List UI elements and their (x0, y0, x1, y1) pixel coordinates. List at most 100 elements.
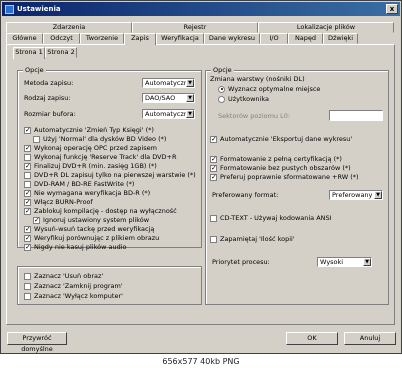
check-prefer-rw[interactable]: ✓ Preferuj poprawnie sformatowane +RW (*) (210, 173, 359, 181)
check-wylacz[interactable]: Zaznacz 'Wyłącz komputer' (24, 292, 123, 300)
tab-weryfikacja[interactable]: Weryfikacja (156, 33, 204, 44)
checkbox: ✓ (24, 143, 31, 152)
check-format-empty[interactable]: ✓ Formatowanie bez pustych obszarów (*) (210, 164, 351, 172)
check-normal-bd[interactable]: Użyj 'Normal' dla dysków BD Video (*) (33, 135, 166, 143)
tab-zapis[interactable]: Zapis (124, 33, 156, 45)
check-opc[interactable]: ✓ Wykonaj operację OPC przed zapisem (24, 144, 157, 152)
tab-row-1: Zdarzenia Rejestr Lokalizacje plików (6, 22, 394, 33)
sektor-input[interactable] (329, 110, 383, 121)
close-button[interactable]: x (386, 4, 398, 14)
check-label: DVD-RAM / BD-RE FastWrite (*) (34, 180, 135, 188)
check-eject[interactable]: ✓ Wysuń-wsuń tackę przed weryfikacją (24, 225, 154, 233)
radio-label: Użytkownika (228, 95, 269, 103)
priority-select[interactable]: Wysoki ▼ (317, 257, 372, 267)
checkbox: ✓ (24, 206, 31, 215)
check-label: Zaznacz 'Wyłącz komputer' (34, 292, 123, 300)
check-label: Wykonaj operację OPC przed zapisem (34, 144, 157, 152)
checkbox (24, 272, 31, 280)
checkbox: ✓ (24, 233, 31, 242)
check-bdr-verify[interactable]: ✓ Nie wymagana weryfikacja BD-R (*) (24, 189, 150, 197)
check-reserve-track[interactable]: Wykonaj funkcję 'Reserve Track' dla DVD+… (24, 153, 177, 161)
tab-glowne[interactable]: Główne (6, 33, 43, 44)
chevron-down-icon: ▼ (186, 79, 194, 87)
radio-button (218, 95, 225, 103)
check-ignore-fs[interactable]: ✓ Ignoruj ustawiony system plików (33, 216, 149, 224)
checkbox (24, 180, 31, 188)
check-label: Ignoruj ustawiony system plików (43, 216, 150, 224)
window-title: Ustawienia (17, 5, 61, 13)
check-zapamietaj[interactable]: Zapamiętaj 'Ilość kopii' (210, 235, 295, 243)
left-options-group: Opcje Metoda zapisu: Automatyczny ▼ Rodza… (17, 66, 202, 251)
chevron-down-icon: ▼ (186, 94, 194, 102)
check-lock[interactable]: ✓ Zablokuj kompilację - dostęp na wyłączn… (24, 207, 177, 215)
checkbox (24, 153, 31, 161)
check-label: Zapamiętaj 'Ilość kopii' (220, 235, 295, 243)
tab-tworzenie[interactable]: Tworzenie (80, 33, 124, 44)
checkbox (24, 292, 31, 300)
check-cdtext[interactable]: CD-TEXT - Używaj kodowania ANSI (210, 214, 332, 222)
check-label: Wysuń-wsuń tackę przed weryfikacją (34, 225, 155, 233)
tab-rejestr[interactable]: Rejestr (132, 22, 258, 33)
check-audio[interactable]: ✓ Nigdy nie kasuj plików audio (24, 243, 126, 251)
check-zmien-typ[interactable]: ✓ Automatycznie 'Zmień Typ Księgi' (*) (24, 126, 154, 134)
tab-io[interactable]: I/O (260, 33, 288, 44)
restore-defaults-button[interactable]: Przywróć domyślne (7, 332, 67, 353)
checkbox: ✓ (210, 154, 217, 163)
tab-odczyt[interactable]: Odczyt (43, 33, 80, 44)
radio-label: Wyznacz optymalne miejsce (228, 85, 321, 93)
check-dl-first-layer[interactable]: DVD+R DL zapisuj tylko na pierwszej wars… (24, 171, 196, 179)
checkbox: ✓ (24, 188, 31, 197)
cancel-button[interactable]: Anuluj (344, 332, 396, 345)
preferred-format-select[interactable]: Preferowany ▼ (329, 190, 383, 200)
rodzaj-select[interactable]: DAO/SAO ▼ (142, 93, 195, 103)
tab-zdarzenia[interactable]: Zdarzenia (6, 22, 132, 33)
checkbox: ✓ (210, 134, 217, 143)
settings-window: Ustawienia x Zdarzenia Rejestr Lokalizac… (0, 0, 402, 354)
metoda-select[interactable]: Automatyczny ▼ (142, 78, 195, 88)
check-label: DVD+R DL zapisuj tylko na pierwszej wars… (34, 171, 196, 179)
bufor-select[interactable]: Automatyczny ▼ (142, 109, 195, 119)
check-format-cert[interactable]: ✓ Formatowanie z pełną certyfikacją (*) (210, 155, 342, 163)
check-label: Wykonaj funkcję 'Reserve Track' dla DVD+… (34, 153, 177, 161)
checkbox: ✓ (24, 161, 31, 170)
bufor-value: Automatyczny (145, 110, 192, 118)
tab-lokalizacje[interactable]: Lokalizacje plików (258, 22, 394, 33)
radio-user[interactable]: Użytkownika (218, 95, 269, 103)
zmiana-warstwy-label: Zmiana warstwy (nośniki DL) (210, 75, 305, 83)
checkbox (210, 214, 217, 222)
check-label: Użyj 'Normal' dla dysków BD Video (*) (43, 135, 167, 143)
check-label: Włącz BURN-Proof (34, 198, 93, 206)
title-bar: Ustawienia x (2, 2, 400, 16)
checkbox: ✓ (24, 224, 31, 233)
checkbox: ✓ (24, 197, 31, 206)
rodzaj-label: Rodzaj zapisu: (24, 94, 71, 102)
tab-naped[interactable]: Napęd (288, 33, 323, 44)
check-burn-proof[interactable]: ✓ Włącz BURN-Proof (24, 198, 93, 206)
zapis-panel: Strona 1 Strona 2 Opcje Metoda zapisu: A… (6, 44, 395, 325)
check-finalizuj[interactable]: ✓ Finalizuj DVD+R (min. zasięg 1GB) (*) (24, 162, 157, 170)
checkbox (24, 171, 31, 179)
radio-optimal[interactable]: Wyznacz optymalne miejsce (218, 85, 320, 93)
check-label: Preferuj poprawnie sformatowane +RW (*) (220, 173, 359, 181)
check-eksport[interactable]: ✓ Automatycznie 'Eksportuj dane wykresu' (210, 135, 352, 143)
check-label: Automatycznie 'Zmień Typ Księgi' (*) (34, 126, 154, 134)
checkbox (210, 235, 217, 243)
check-label: Nigdy nie kasuj plików audio (34, 243, 127, 251)
subtab-strona-2[interactable]: Strona 2 (45, 47, 77, 58)
check-label: Zaznacz 'Usuń obraz' (34, 272, 104, 280)
subtab-strona-1[interactable]: Strona 1 (13, 47, 45, 59)
checkbox: ✓ (210, 172, 217, 181)
check-usun-obraz[interactable]: Zaznacz 'Usuń obraz' (24, 272, 103, 280)
check-zamknij[interactable]: Zaznacz 'Zamknij program' (24, 282, 123, 290)
tab-dane-wykresu[interactable]: Dane wykresu (204, 33, 260, 44)
check-label: Zaznacz 'Zamknij program' (34, 282, 123, 290)
ok-button[interactable]: OK (286, 332, 338, 345)
checkbox: ✓ (24, 242, 31, 251)
check-label: CD-TEXT - Używaj kodowania ANSI (220, 214, 332, 222)
tab-dzwieki[interactable]: Dźwięki (323, 33, 358, 44)
check-fastwrite[interactable]: DVD-RAM / BD-RE FastWrite (*) (24, 180, 134, 188)
metoda-value: Automatyczny (145, 79, 192, 87)
preferred-format-label: Preferowany format: (212, 191, 279, 199)
check-verify-image[interactable]: ✓ Weryfikuj porównując z plikiem obrazu (24, 234, 159, 242)
rodzaj-value: DAO/SAO (145, 94, 176, 102)
